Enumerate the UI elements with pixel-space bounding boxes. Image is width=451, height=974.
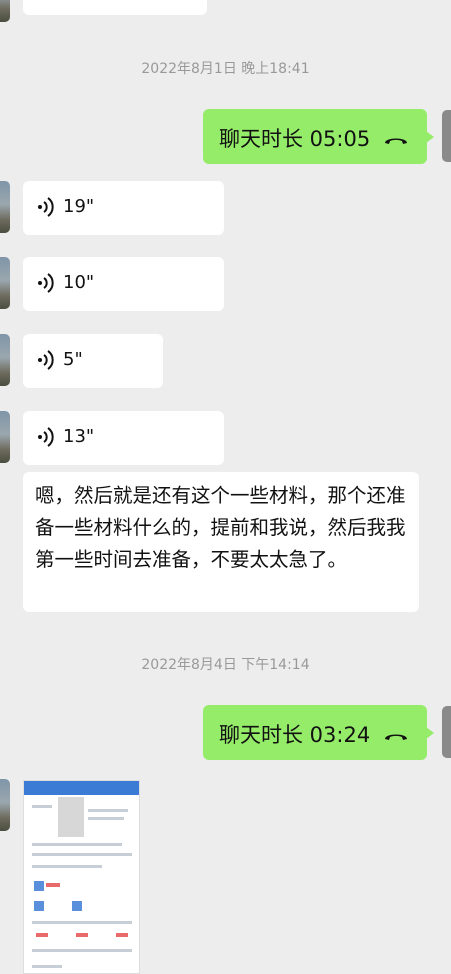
contact-avatar[interactable] (0, 334, 10, 386)
thumb-icon-box (34, 901, 44, 911)
call-duration-text: 聊天时长 03:24 (219, 723, 371, 747)
voice-duration: 19" (63, 196, 95, 217)
call-duration-text: 聊天时长 05:05 (219, 127, 371, 151)
call-record-bubble[interactable]: 聊天时长 05:05 (203, 109, 434, 164)
call-record-bubble[interactable]: 聊天时长 03:24 (203, 705, 434, 760)
chat-timestamp: 2022年8月4日 下午14:14 (141, 657, 310, 673)
thumb-icon-box (34, 881, 44, 891)
contact-avatar[interactable] (0, 0, 10, 22)
thumb-line (32, 949, 132, 952)
voice-duration: 13" (63, 426, 95, 447)
voice-duration: 5" (63, 349, 83, 370)
thumb-line (32, 965, 62, 968)
contact-avatar[interactable] (0, 257, 10, 309)
thumb-icon-box (72, 901, 82, 911)
thumb-line (88, 817, 124, 820)
thumb-line (32, 853, 132, 856)
phone-hangup-icon (384, 138, 407, 144)
my-avatar[interactable] (442, 706, 451, 758)
voice-message-bubble[interactable]: 5" (23, 334, 163, 388)
contact-avatar[interactable] (0, 411, 10, 463)
partial-message-bubble[interactable] (23, 0, 207, 15)
voice-wave-icon (38, 350, 54, 370)
thumb-line (32, 843, 122, 846)
chat-timestamp: 2022年8月1日 晚上18:41 (141, 61, 310, 77)
contact-avatar[interactable] (0, 181, 10, 233)
my-avatar[interactable] (442, 110, 451, 162)
thumb-red-tag (116, 933, 128, 937)
voice-message-bubble[interactable]: 19" (23, 181, 224, 235)
thumb-line (88, 809, 128, 812)
text-message-content: 嗯，然后就是还有这个一些材料，那个还准备一些材料什么的，提前和我说，然后我我第一… (35, 484, 406, 571)
voice-duration: 10" (63, 272, 95, 293)
thumb-line (32, 921, 132, 924)
voice-wave-icon (38, 427, 54, 447)
thumb-red-tag (46, 883, 60, 887)
thumb-line (32, 865, 102, 868)
voice-message-bubble[interactable]: 13" (23, 411, 224, 465)
voice-message-bubble[interactable]: 10" (23, 257, 224, 311)
blurred-region (58, 797, 84, 837)
screenshot-thumbnail[interactable] (23, 780, 140, 974)
phone-hangup-icon (384, 734, 407, 740)
contact-avatar[interactable] (0, 779, 10, 831)
text-message-bubble[interactable]: 嗯，然后就是还有这个一些材料，那个还准备一些材料什么的，提前和我说，然后我我第一… (23, 472, 419, 612)
thumb-red-tag (76, 933, 88, 937)
thumb-line (32, 805, 52, 808)
voice-wave-icon (38, 273, 54, 293)
thumb-header (24, 781, 139, 795)
thumb-red-tag (36, 933, 48, 937)
voice-wave-icon (38, 197, 54, 217)
